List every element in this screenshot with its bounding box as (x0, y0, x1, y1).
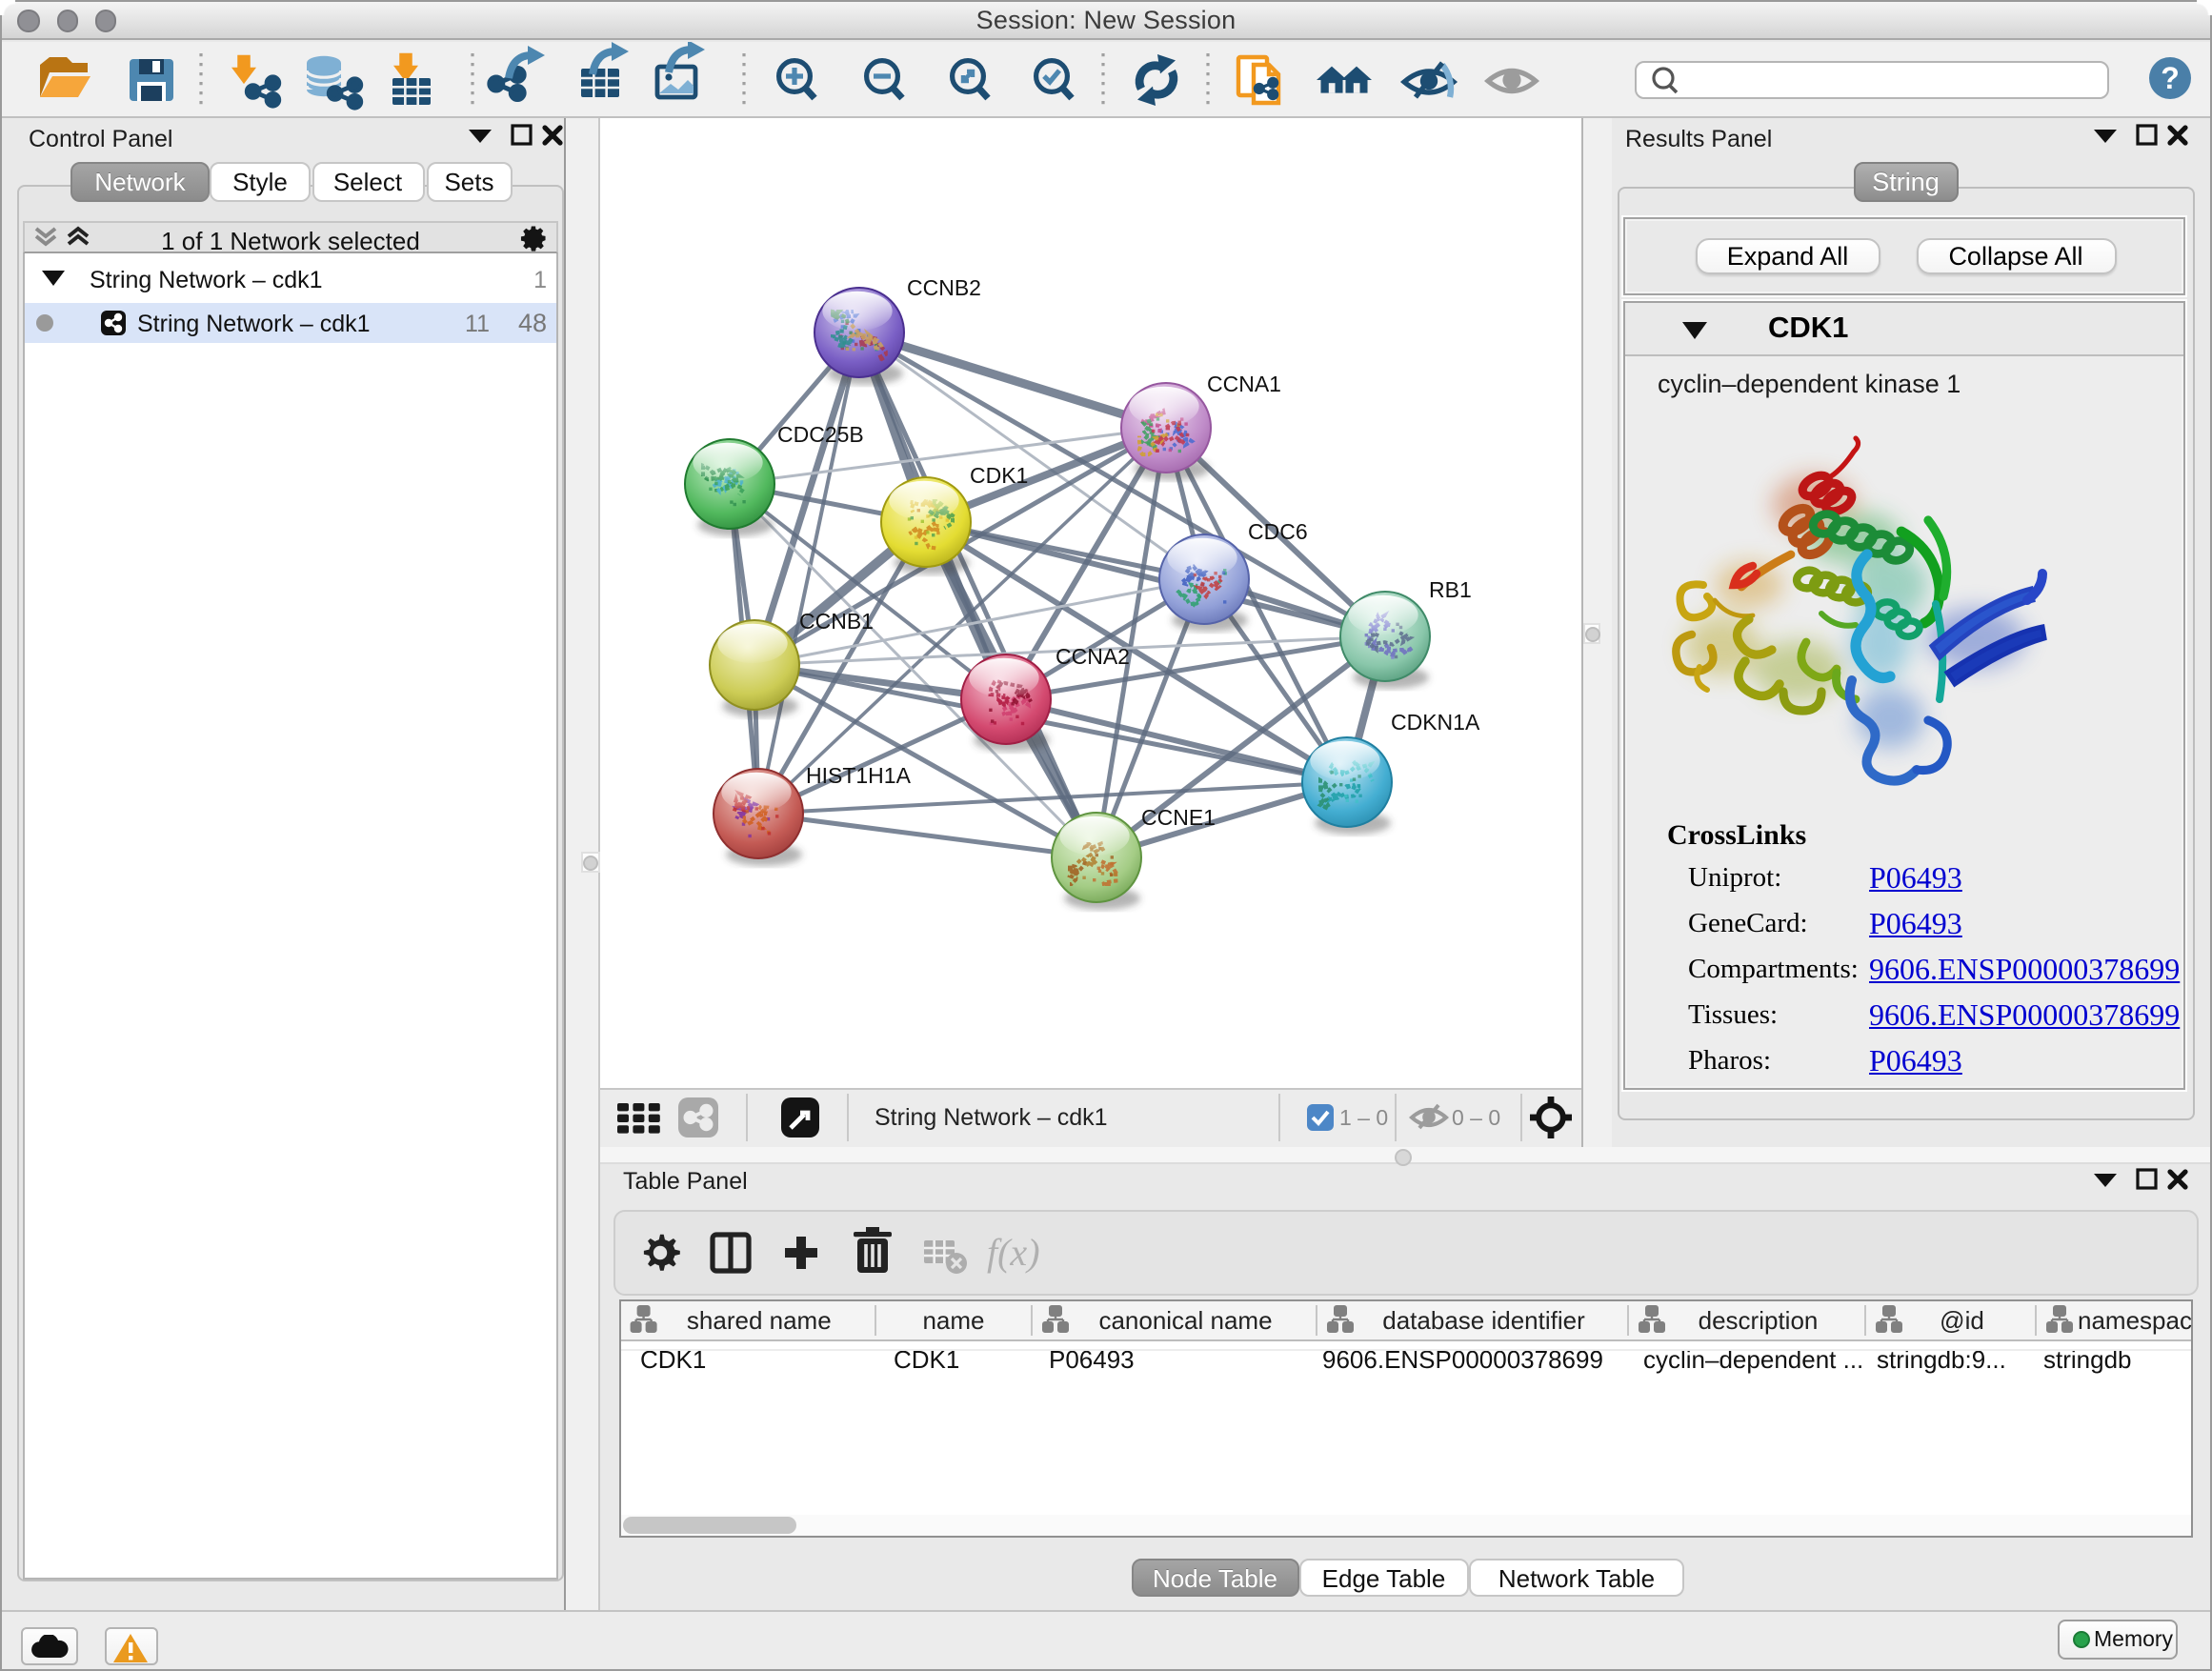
svg-text:RB1: RB1 (1429, 577, 1472, 602)
svg-text:0 – 0: 0 – 0 (1452, 1105, 1500, 1130)
svg-text:name: name (922, 1306, 984, 1335)
svg-text:f(x): f(x) (987, 1231, 1040, 1274)
svg-text:CDKN1A: CDKN1A (1391, 710, 1480, 735)
svg-text:HIST1H1A: HIST1H1A (806, 763, 912, 788)
svg-text:CCNB2: CCNB2 (907, 275, 981, 300)
svg-text:1 – 0: 1 – 0 (1339, 1105, 1388, 1130)
svg-text:CCNB1: CCNB1 (799, 609, 874, 634)
svg-text:@id: @id (1940, 1306, 1984, 1335)
svg-text:?: ? (2161, 61, 2180, 95)
svg-text:canonical name: canonical name (1098, 1306, 1272, 1335)
svg-text:CDK1: CDK1 (970, 463, 1028, 488)
svg-text:CCNE1: CCNE1 (1141, 805, 1216, 830)
svg-text:CDC25B: CDC25B (777, 422, 864, 447)
svg-text:String Network – cdk1: String Network – cdk1 (875, 1104, 1108, 1131)
svg-text:CCNA2: CCNA2 (1056, 644, 1130, 669)
svg-text:database identifier: database identifier (1382, 1306, 1585, 1335)
svg-text:shared name: shared name (687, 1306, 832, 1335)
svg-text:namespace: namespace (2078, 1306, 2193, 1335)
svg-text:description: description (1699, 1306, 1819, 1335)
svg-text:CDC6: CDC6 (1248, 519, 1308, 544)
svg-text:CCNA1: CCNA1 (1207, 372, 1281, 396)
